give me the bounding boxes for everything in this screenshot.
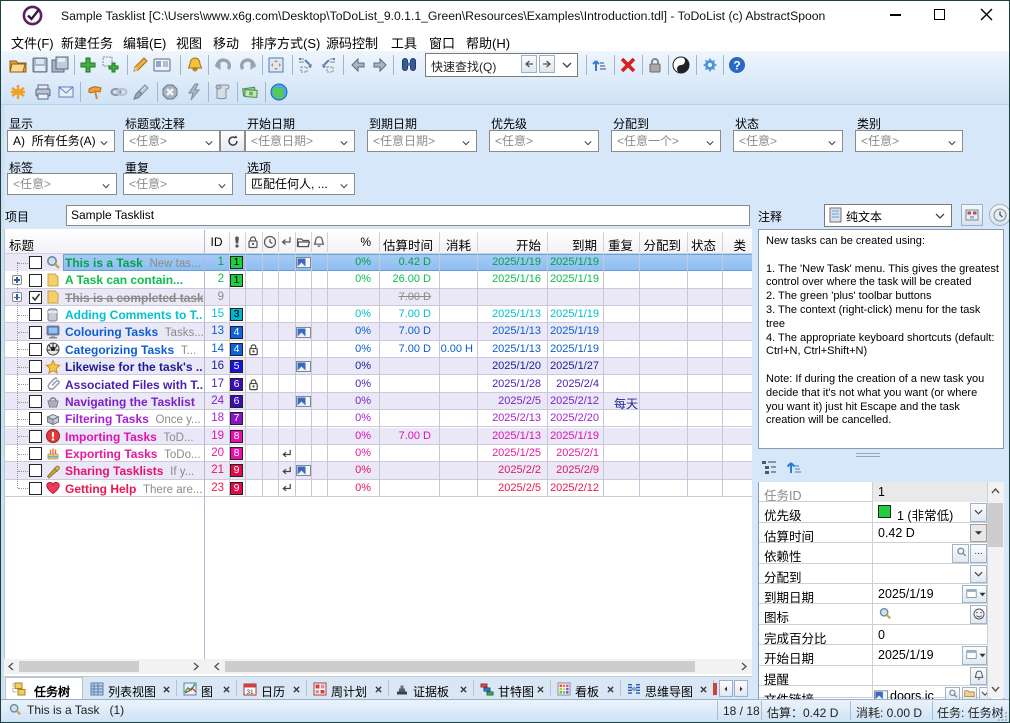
svg-text:?: ? [733, 59, 740, 73]
svg-text:31: 31 [246, 689, 254, 696]
